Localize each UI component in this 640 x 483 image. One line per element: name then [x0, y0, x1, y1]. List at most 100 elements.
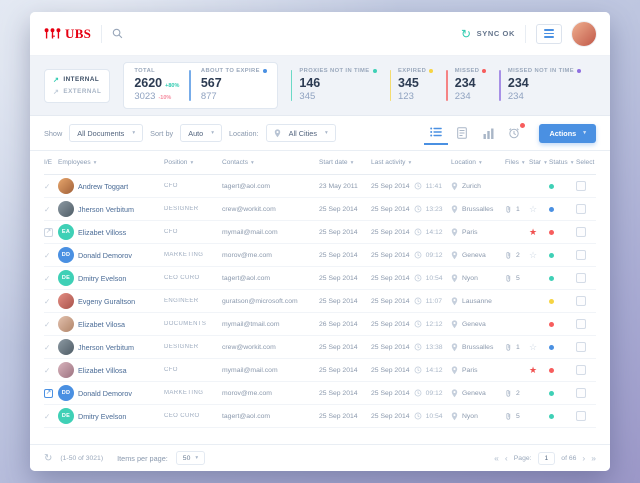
refresh-icon[interactable]: ↻: [44, 453, 52, 464]
table-row[interactable]: ✓Andrew ToggartCFOtagert@aol.com23 May 2…: [44, 175, 596, 198]
row-checkbox[interactable]: [576, 411, 586, 421]
search-input[interactable]: [129, 29, 451, 39]
check-icon: ✓: [44, 320, 50, 329]
last-activity: 25 Sep 201409:12: [371, 389, 451, 397]
row-checkbox[interactable]: [576, 204, 586, 214]
location-cell: Geneva: [451, 251, 505, 260]
star-toggle[interactable]: ★: [529, 228, 549, 237]
star-icon-filled[interactable]: ★: [529, 228, 537, 237]
row-checkbox[interactable]: [576, 296, 586, 306]
employee-name-link[interactable]: Dmitry Evelson: [78, 412, 126, 421]
row-checkbox[interactable]: [576, 388, 586, 398]
employee-name-link[interactable]: Elizabet Vilosa: [78, 320, 125, 329]
external-toggle[interactable]: ↗ EXTERNAL: [53, 88, 101, 96]
column-header-location[interactable]: Location▾: [451, 159, 505, 166]
star-icon-outline[interactable]: ☆: [529, 343, 537, 352]
last-activity-time: 09:12: [426, 252, 443, 259]
external-link-icon[interactable]: ↗: [44, 228, 53, 237]
contact-email: guratson@microsoft.com: [222, 298, 319, 305]
search-icon[interactable]: [112, 28, 123, 39]
contact-email: tagert@aol.com: [222, 275, 319, 282]
files-cell[interactable]: 2: [505, 251, 529, 260]
table-row[interactable]: ✓Jherson VerbitumDESIGNERcrew@workit.com…: [44, 198, 596, 221]
row-checkbox[interactable]: [576, 365, 586, 375]
star-toggle[interactable]: ★: [529, 366, 549, 375]
employee-name-link[interactable]: Andrew Toggart: [78, 182, 128, 191]
last-page-button[interactable]: »: [591, 454, 596, 463]
row-checkbox[interactable]: [576, 342, 586, 352]
page-number-input[interactable]: 1: [538, 452, 556, 465]
list-menu-button[interactable]: [536, 24, 562, 44]
sync-status[interactable]: ↻ SYNC OK: [461, 28, 515, 40]
employee-name-link[interactable]: Elizabet Villosa: [78, 366, 127, 375]
row-checkbox[interactable]: [576, 227, 586, 237]
table-row[interactable]: ↗EAElizabet VillossCFOmymail@mail.com25 …: [44, 221, 596, 244]
files-cell[interactable]: 1: [505, 205, 529, 214]
column-header-star[interactable]: Star▾: [529, 159, 549, 166]
table-row[interactable]: ↗DDDonald DemorovMARKETINGmorov@me.com25…: [44, 382, 596, 405]
table-row[interactable]: ✓Evgeny GuraltsonENGINEERguratson@micros…: [44, 290, 596, 313]
prev-page-button[interactable]: ‹: [505, 454, 508, 463]
table-row[interactable]: ✓DDDonald DemorovMARKETINGmorov@me.com25…: [44, 244, 596, 267]
row-checkbox[interactable]: [576, 319, 586, 329]
per-page-dropdown[interactable]: 50 ▾: [176, 451, 205, 465]
employee-name-link[interactable]: Jherson Verbitum: [78, 343, 134, 352]
employee-name-link[interactable]: Donald Demorov: [78, 389, 132, 398]
internal-toggle[interactable]: ↗ INTERNAL: [53, 76, 101, 84]
view-switcher: [424, 121, 526, 145]
employee-name-link[interactable]: Dmitry Evelson: [78, 274, 126, 283]
star-toggle[interactable]: ☆: [529, 251, 549, 260]
star-toggle[interactable]: ☆: [529, 343, 549, 352]
list-view-button[interactable]: [424, 121, 448, 145]
document-view-icon: [457, 127, 467, 139]
files-cell[interactable]: 5: [505, 412, 529, 421]
external-link-icon[interactable]: ↗: [44, 389, 53, 398]
employee-name-link[interactable]: Jherson Verbitum: [78, 205, 134, 214]
actions-button[interactable]: Actions ▾: [539, 124, 596, 143]
column-header-select[interactable]: Select▾: [576, 159, 596, 166]
row-checkbox[interactable]: [576, 181, 586, 191]
row-checkbox[interactable]: [576, 250, 586, 260]
ubs-logo[interactable]: UBS: [44, 26, 91, 42]
chart-view-button[interactable]: [476, 121, 500, 145]
documents-filter-dropdown[interactable]: All Documents ▾: [69, 124, 143, 142]
next-page-button[interactable]: ›: [582, 454, 585, 463]
star-icon-filled[interactable]: ★: [529, 366, 537, 375]
files-cell[interactable]: 1: [505, 343, 529, 352]
sort-dropdown[interactable]: Auto ▾: [180, 124, 222, 142]
employee-name-link[interactable]: Evgeny Guraltson: [78, 297, 135, 306]
paperclip-icon: [505, 251, 512, 260]
table-row[interactable]: ✓DEDmitry EvelsonCEO CUROtagert@aol.com2…: [44, 405, 596, 428]
column-header-i-e[interactable]: I/E: [44, 159, 58, 166]
first-page-button[interactable]: «: [494, 454, 499, 463]
column-header-contacts[interactable]: Contacts▾: [222, 159, 319, 166]
stat-label: MISSED NOT IN TIME: [508, 68, 574, 74]
column-header-employees[interactable]: Employees▾: [58, 159, 164, 166]
check-icon: ✓: [44, 412, 50, 421]
employee-name-link[interactable]: Elizabet Villoss: [78, 228, 126, 237]
table-row[interactable]: ✓DEDmitry EvelsonCEO CUROtagert@aol.com2…: [44, 267, 596, 290]
table-row[interactable]: ✓Jherson VerbitumDESIGNERcrew@workit.com…: [44, 336, 596, 359]
column-header-position[interactable]: Position▾: [164, 159, 222, 166]
start-date: 25 Sep 2014: [319, 298, 371, 305]
table-row[interactable]: ✓Elizabet VillosaCFOmymail@mail.com25 Se…: [44, 359, 596, 382]
files-cell[interactable]: 2: [505, 389, 529, 398]
star-icon-outline[interactable]: ☆: [529, 251, 537, 260]
column-header-files[interactable]: Files▾: [505, 159, 529, 166]
star-toggle[interactable]: ☆: [529, 205, 549, 214]
status-indicator: [549, 322, 576, 327]
row-checkbox[interactable]: [576, 273, 586, 283]
star-icon-outline[interactable]: ☆: [529, 205, 537, 214]
external-label: EXTERNAL: [63, 88, 101, 95]
location-dropdown[interactable]: All Cities ▾: [266, 124, 336, 142]
report-view-button[interactable]: [450, 121, 474, 145]
page-label: Page:: [514, 455, 532, 462]
table-row[interactable]: ✓Elizabet VilosaDOCUMENTSmymail@tmail.co…: [44, 313, 596, 336]
column-header-last-activity[interactable]: Last activity▾: [371, 159, 451, 166]
column-header-status[interactable]: Status▾: [549, 159, 576, 166]
column-header-start-date[interactable]: Start date▾: [319, 159, 371, 166]
alarm-view-button[interactable]: [502, 121, 526, 145]
employee-name-link[interactable]: Donald Demorov: [78, 251, 132, 260]
files-cell[interactable]: 5: [505, 274, 529, 283]
user-avatar[interactable]: [572, 22, 596, 46]
